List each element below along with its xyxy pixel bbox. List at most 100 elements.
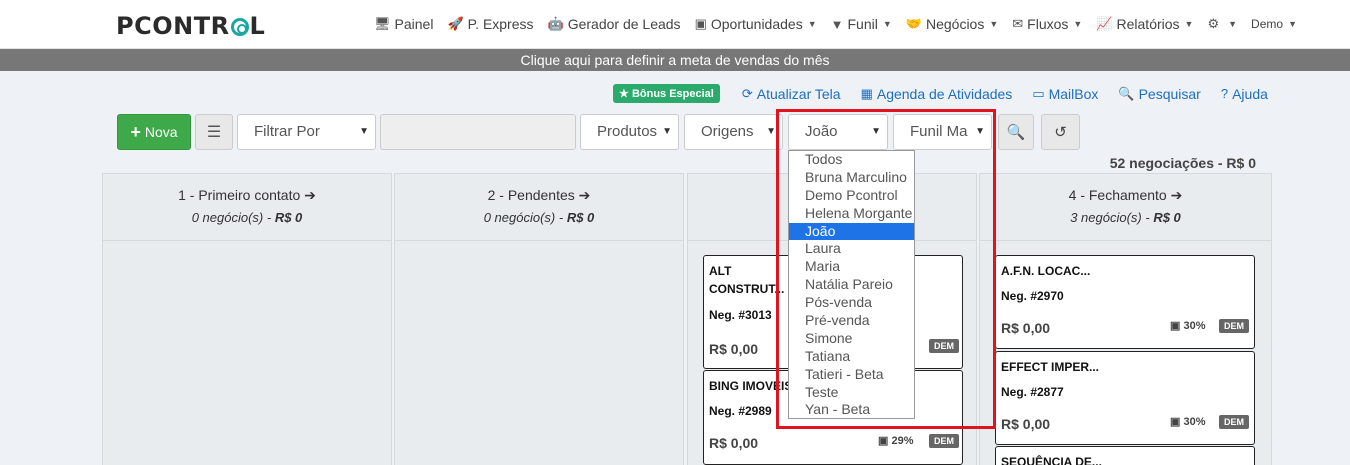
stage-header: 1 - Primeiro contato ➔ 0 negócio(s) - R$… (103, 174, 391, 241)
deal-card[interactable]: EFFECT IMPER... Neg. #2877 R$ 0,00 ▣ 30%… (995, 351, 1255, 445)
question-circle-icon: ? (1220, 86, 1229, 101)
chevron-down-icon: ▼ (766, 126, 776, 137)
deal-name: SEQUÊNCIA DE... (1001, 455, 1102, 465)
filter-icon: ▼ (830, 16, 844, 32)
chevron-down-icon: ▼ (989, 19, 999, 29)
deal-probability: 30% (1183, 320, 1206, 332)
calendar-icon: ▣ (1170, 416, 1181, 428)
menu-gerador-leads[interactable]: 🤖 Gerador de Leads (548, 16, 681, 32)
list-view-button[interactable]: ☰ (195, 114, 233, 150)
chevron-down-icon: ▼ (1288, 19, 1297, 29)
search-link[interactable]: 🔍 Pesquisar (1118, 86, 1200, 102)
menu-label: Gerador de Leads (567, 16, 681, 32)
search-label: Pesquisar (1138, 85, 1201, 102)
stage-column: 2 - Pendentes ➔ 0 negócio(s) - R$ 0 (394, 173, 684, 465)
envelope-icon: ✉ (1012, 16, 1024, 31)
deal-number: Neg. #2877 (1001, 385, 1064, 399)
reset-button[interactable]: ↺ (1041, 114, 1080, 150)
menu-label: Fluxos (1027, 16, 1069, 32)
undo-icon: ↺ (1054, 124, 1067, 141)
deal-card[interactable]: SEQUÊNCIA DE... (995, 446, 1255, 465)
bars-icon: ☰ (206, 124, 222, 141)
deals-summary: 52 negociações - R$ 0 (1109, 155, 1256, 171)
inbox-icon: ▭ (1032, 85, 1045, 101)
stage-title[interactable]: 2 - Pendentes ➔ (395, 187, 683, 204)
stage-stats: 0 negócio(s) - R$ 0 (483, 210, 595, 225)
line-chart-icon: 📈 (1096, 16, 1113, 31)
menu-fluxos[interactable]: ✉ Fluxos ▼ (1012, 16, 1082, 32)
bonus-badge[interactable]: ★ Bônus Especial (613, 84, 720, 103)
stage-title-text: 4 - Fechamento (1068, 187, 1167, 203)
deal-value: R$ 0,00 (709, 341, 759, 357)
filter-value-input[interactable] (380, 114, 576, 150)
deal-name: A.F.N. LOCAC... (1001, 264, 1091, 278)
menu-oportunidades[interactable]: ▣ Oportunidades ▼ (695, 16, 817, 32)
menu-label: Oportunidades (710, 16, 803, 32)
address-card-icon: ▣ (694, 16, 707, 31)
filter-by-value: Filtrar Por (254, 123, 320, 140)
origins-select[interactable]: Origens ▼ (684, 114, 783, 150)
help-label: Ajuda (1232, 85, 1268, 102)
deal-name: ALT CONSTRUT... (709, 264, 785, 296)
menu-negocios[interactable]: 🤝 Negócios ▼ (906, 16, 998, 32)
search-button[interactable]: 🔍 (998, 114, 1034, 150)
chevron-down-icon: ▼ (662, 126, 672, 137)
menu-settings[interactable]: ⚙ ▼ (1207, 16, 1237, 32)
stage-title[interactable]: 1 - Primeiro contato ➔ (103, 187, 391, 204)
new-deal-button[interactable]: + Nova (117, 114, 191, 150)
stage-value: R$ 0 (566, 210, 595, 225)
menu-painel[interactable]: 🖥 Painel (374, 16, 433, 32)
gear-icon: ⚙ (1207, 16, 1220, 31)
stage-header: 2 - Pendentes ➔ 0 negócio(s) - R$ 0 (395, 174, 683, 241)
stage-title[interactable]: 4 - Fechamento ➔ (980, 187, 1271, 204)
agenda-link[interactable]: ▦ Agenda de Atividades (861, 86, 1013, 102)
monitor-icon: 🖥 (374, 16, 391, 31)
deal-value: R$ 0,00 (1001, 416, 1051, 432)
sales-goal-bar[interactable]: Clique aqui para definir a meta de venda… (0, 49, 1350, 71)
menu-label: Painel (394, 16, 434, 32)
stage-title-text: 2 - Pendentes (487, 187, 575, 203)
menu-user[interactable]: Demo ▼ (1251, 17, 1297, 31)
stage-count: 0 negócio(s) (483, 210, 556, 225)
menu-label: Relatórios (1116, 16, 1180, 32)
chevron-down-icon: ▼ (1184, 19, 1194, 29)
stage-count: 0 negócio(s) (191, 210, 264, 225)
menu-p-express[interactable]: 🚀 P. Express (447, 16, 533, 32)
robot-icon: 🤖 (547, 16, 564, 31)
deal-card[interactable]: A.F.N. LOCAC... Neg. #2970 R$ 0,00 ▣ 30%… (995, 255, 1255, 349)
products-select[interactable]: Produtos ▼ (580, 114, 679, 150)
deal-number: Neg. #3013 (709, 308, 772, 322)
stage-value: R$ 0 (1153, 210, 1181, 225)
owner-tag: DEM (1219, 319, 1249, 333)
arrow-right-icon: ➔ (1170, 187, 1183, 203)
search-icon: 🔍 (1118, 85, 1135, 101)
menu-relatorios[interactable]: 📈 Relatórios ▼ (1096, 16, 1193, 32)
filter-by-select[interactable]: Filtrar Por ▼ (237, 114, 376, 150)
bonus-label: Bônus Especial (631, 88, 714, 100)
menu-funil[interactable]: ▼ Funil ▼ (831, 16, 892, 32)
agenda-label: Agenda de Atividades (876, 85, 1013, 102)
action-links: ★ Bônus Especial ⟳ Atualizar Tela ▦ Agenda… (613, 84, 1288, 103)
pcontrol-logo[interactable]: PCONTR L (116, 12, 265, 40)
deal-number: Neg. #2970 (1001, 289, 1064, 303)
help-link[interactable]: ? Ajuda (1221, 86, 1268, 102)
chevron-down-icon: ▼ (807, 19, 817, 29)
new-deal-label: Nova (144, 124, 178, 140)
handshake-icon: 🤝 (905, 16, 922, 31)
rocket-icon: 🚀 (447, 16, 464, 31)
stage-column: 1 - Primeiro contato ➔ 0 negócio(s) - R$… (102, 173, 392, 465)
plus-icon: + (130, 121, 141, 142)
main-menu: 🖥 Painel 🚀 P. Express 🤖 Gerador de Leads ▣ O… (374, 16, 1311, 32)
chevron-down-icon: ▼ (1073, 19, 1083, 29)
deal-probability: 30% (1183, 416, 1206, 428)
mailbox-label: MailBox (1048, 85, 1099, 102)
mailbox-link[interactable]: ▭ MailBox (1032, 86, 1098, 102)
stage-count: 3 negócio(s) (1070, 210, 1142, 225)
top-navbar: PCONTR L 🖥 Painel 🚀 P. Express 🤖 Gerador de … (0, 0, 1350, 49)
user-name: Demo (1251, 17, 1284, 31)
refresh-link[interactable]: ⟳ Atualizar Tela (742, 86, 841, 102)
menu-label: P. Express (467, 16, 534, 32)
arrow-right-icon: ➔ (578, 187, 591, 203)
deal-value: R$ 0,00 (1001, 320, 1051, 336)
refresh-icon: ⟳ (741, 85, 753, 101)
